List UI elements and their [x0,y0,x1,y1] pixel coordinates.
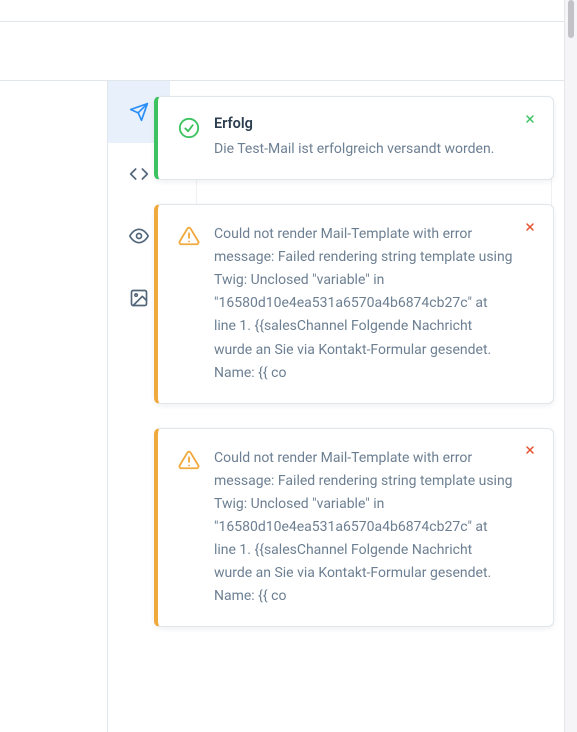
toast-message: Could not render Mail-Template with erro… [214,223,513,385]
send-icon [129,102,149,122]
alert-triangle-icon [178,449,200,471]
toast-warning: Could not render Mail-Template with erro… [154,428,554,628]
image-icon [129,288,149,308]
eye-icon [129,226,149,246]
toast-warning: Could not render Mail-Template with erro… [154,204,554,404]
code-icon [129,164,149,184]
close-icon [524,221,536,236]
close-icon [524,444,536,459]
close-icon [524,113,536,128]
toast-message: Could not render Mail-Template with erro… [214,447,513,609]
topbar [0,0,564,22]
close-button[interactable] [521,443,539,461]
left-panel [0,81,108,732]
toast-stack: Erfolg Die Test-Mail ist erfolgreich ver… [154,96,554,627]
scrollbar-thumb[interactable] [568,0,574,38]
toast-success: Erfolg Die Test-Mail ist erfolgreich ver… [154,96,554,180]
toast-message: Die Test-Mail ist erfolgreich versandt w… [214,138,513,161]
alert-triangle-icon [178,225,200,247]
close-button[interactable] [521,111,539,129]
check-circle-icon [178,117,200,139]
scrollbar[interactable] [564,0,577,732]
toast-title: Erfolg [214,115,513,132]
close-button[interactable] [521,219,539,237]
